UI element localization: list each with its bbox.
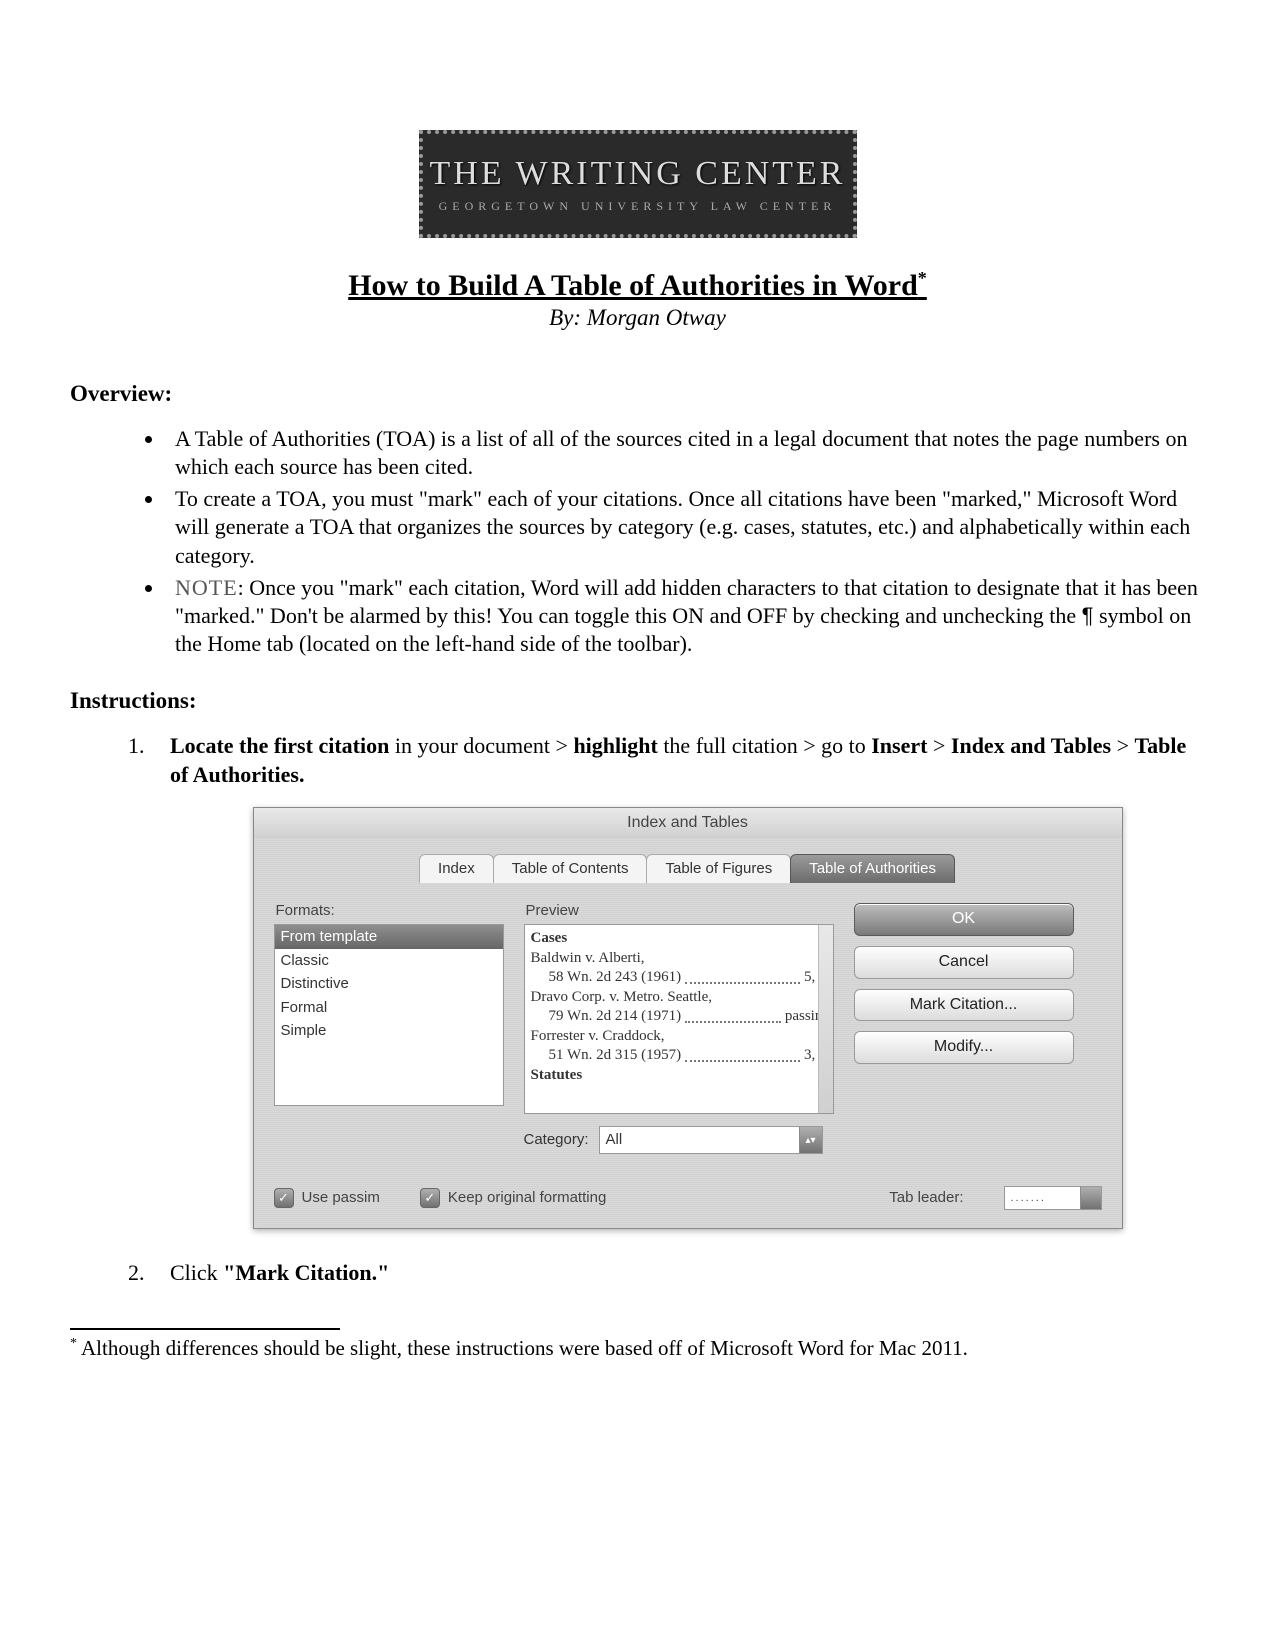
logo-title: THE WRITING CENTER: [430, 155, 846, 193]
format-option-distinctive[interactable]: Distinctive: [275, 972, 503, 996]
preview-case: Dravo Corp. v. Metro. Seattle,: [531, 988, 827, 1008]
step-text: Locate the first citation: [170, 733, 389, 758]
footnote: * Although differences should be slight, …: [70, 1336, 1205, 1361]
mark-citation-button[interactable]: Mark Citation...: [854, 989, 1074, 1022]
step-text: Click: [170, 1260, 223, 1285]
step-text: Index and Tables: [951, 733, 1111, 758]
use-passim-label: Use passim: [302, 1189, 380, 1206]
cancel-button[interactable]: Cancel: [854, 946, 1074, 979]
overview-list: A Table of Authorities (TOA) is a list o…: [70, 425, 1205, 658]
formats-label: Formats:: [274, 901, 504, 921]
preview-box: Cases Baldwin v. Alberti, 58 Wn. 2d 243 …: [524, 924, 834, 1114]
preview-case-line: 79 Wn. 2d 214 (1971)passim: [531, 1007, 827, 1027]
dialog-bottom-row: ✓ Use passim ✓ Keep original formatting Ta…: [254, 1164, 1122, 1228]
dialog-title: Index and Tables: [254, 808, 1122, 838]
preview-case-line: 51 Wn. 2d 315 (1957)3, 4: [531, 1046, 827, 1066]
logo-subtitle: GEORGETOWN UNIVERSITY LAW CENTER: [439, 199, 837, 214]
button-column: OK Cancel Mark Citation... Modify...: [854, 901, 1074, 1115]
formats-listbox[interactable]: From template Classic Distinctive Formal…: [274, 924, 504, 1106]
step-text: the full citation > go to: [658, 733, 871, 758]
preview-case: Forrester v. Craddock,: [531, 1027, 827, 1047]
modify-button[interactable]: Modify...: [854, 1031, 1074, 1064]
overview-heading: Overview:: [70, 381, 1205, 407]
preview-cite: 51 Wn. 2d 315 (1957): [549, 1046, 682, 1066]
ok-button[interactable]: OK: [854, 903, 1074, 936]
preview-case-line: 58 Wn. 2d 243 (1961)5, 6: [531, 968, 827, 988]
footnote-marker: *: [70, 1336, 77, 1351]
category-label: Category:: [524, 1130, 589, 1150]
format-option-formal[interactable]: Formal: [275, 996, 503, 1020]
step-text: highlight: [573, 733, 657, 758]
overview-item: To create a TOA, you must "mark" each of…: [165, 485, 1205, 569]
index-and-tables-dialog-screenshot: Index and Tables Index Table of Contents…: [253, 807, 1123, 1229]
format-option-simple[interactable]: Simple: [275, 1019, 503, 1043]
format-option-classic[interactable]: Classic: [275, 949, 503, 973]
category-row: Category: All ▴▾: [524, 1126, 834, 1154]
byline: By: Morgan Otway: [70, 305, 1205, 331]
tab-table-of-authorities[interactable]: Table of Authorities: [790, 854, 955, 883]
use-passim-checkbox-wrap[interactable]: ✓ Use passim: [274, 1188, 380, 1208]
footnote-separator: [70, 1328, 340, 1330]
formats-column: Formats: From template Classic Distincti…: [274, 901, 504, 1115]
pilcrow-symbol: ¶: [1082, 603, 1094, 628]
dropdown-arrows-icon: ▴▾: [799, 1127, 822, 1153]
preview-cases-header: Cases: [531, 929, 827, 949]
step-text: "Mark Citation.": [223, 1260, 389, 1285]
tab-leader-value: .......: [1011, 1191, 1046, 1205]
writing-center-logo: THE WRITING CENTER GEORGETOWN UNIVERSITY…: [419, 130, 857, 238]
tab-table-of-contents[interactable]: Table of Contents: [493, 854, 648, 883]
dropdown-arrows-icon: [1080, 1187, 1101, 1209]
preview-column: Preview Cases Baldwin v. Alberti, 58 Wn.…: [524, 901, 834, 1115]
tab-leader-label: Tab leader:: [889, 1188, 963, 1208]
preview-case: Baldwin v. Alberti,: [531, 949, 827, 969]
scrollbar[interactable]: [818, 925, 833, 1113]
step-text: >: [1111, 733, 1134, 758]
keep-formatting-checkbox-wrap[interactable]: ✓ Keep original formatting: [420, 1188, 606, 1208]
instruction-step-2: Click "Mark Citation.": [150, 1259, 1205, 1288]
footnote-text: Although differences should be slight, t…: [81, 1336, 968, 1360]
step-text: in your document >: [389, 733, 573, 758]
checkbox-checked-icon: ✓: [274, 1188, 294, 1208]
category-select[interactable]: All ▴▾: [599, 1126, 823, 1154]
dialog-tabs: Index Table of Contents Table of Figures…: [254, 854, 1122, 883]
tab-table-of-figures[interactable]: Table of Figures: [646, 854, 791, 883]
instructions-list: Locate the first citation in your docume…: [70, 732, 1205, 1287]
tab-leader-select[interactable]: .......: [1004, 1186, 1102, 1210]
instruction-step-1: Locate the first citation in your docume…: [150, 732, 1205, 1229]
keep-formatting-label: Keep original formatting: [448, 1189, 606, 1206]
document-title: How to Build A Table of Authorities in W…: [70, 268, 1205, 303]
instructions-heading: Instructions:: [70, 688, 1205, 714]
preview-label: Preview: [524, 901, 834, 921]
format-option-from-template[interactable]: From template: [275, 925, 503, 949]
category-value: All: [606, 1130, 623, 1150]
preview-cite: 79 Wn. 2d 214 (1971): [549, 1007, 682, 1027]
checkbox-checked-icon: ✓: [420, 1188, 440, 1208]
overview-text: : Once you "mark" each citation, Word wi…: [175, 575, 1198, 628]
step-text: >: [927, 733, 950, 758]
note-label: NOTE: [175, 575, 238, 600]
document-title-text: How to Build A Table of Authorities in W…: [348, 269, 918, 302]
overview-item: A Table of Authorities (TOA) is a list o…: [165, 425, 1205, 481]
preview-cite: 58 Wn. 2d 243 (1961): [549, 968, 682, 988]
overview-item: NOTE: Once you "mark" each citation, Wor…: [165, 574, 1205, 658]
title-footnote-marker: *: [918, 268, 927, 288]
step-text: Insert: [871, 733, 927, 758]
preview-statutes-header: Statutes: [531, 1066, 827, 1086]
tab-index[interactable]: Index: [419, 854, 494, 883]
